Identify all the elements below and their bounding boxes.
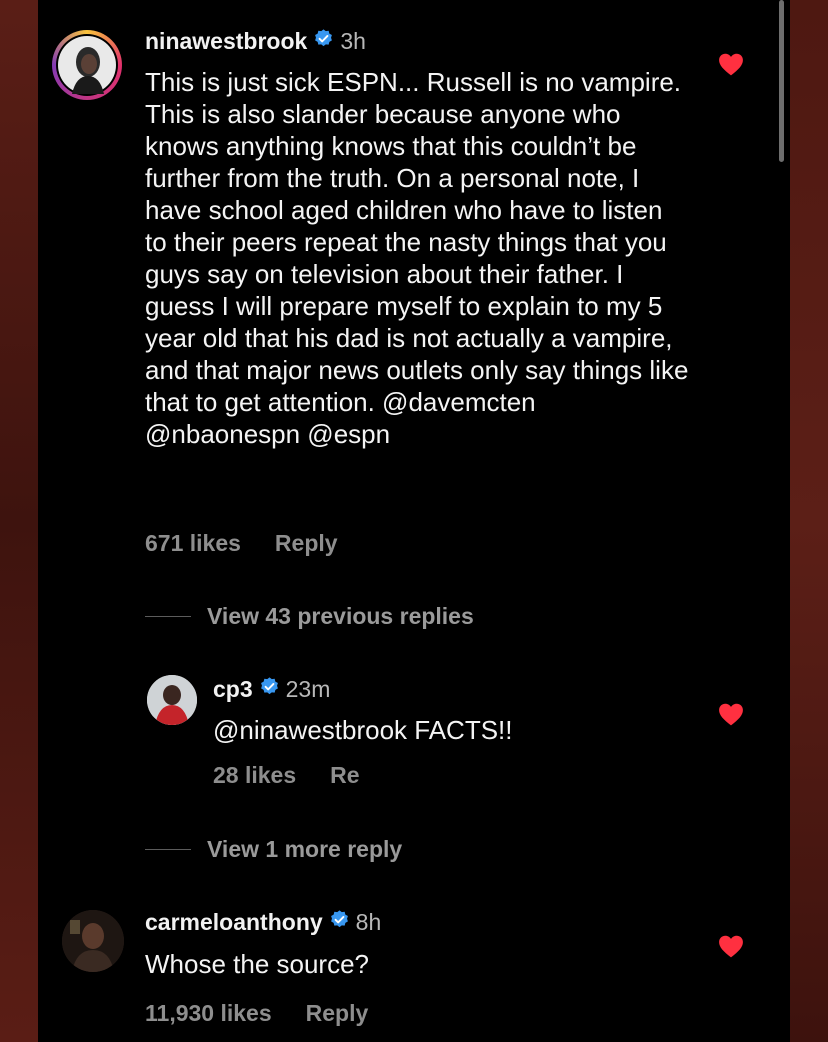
view-more-label: View 1 more reply	[207, 836, 403, 862]
divider	[145, 616, 191, 617]
divider	[145, 849, 191, 850]
likes-count[interactable]: 28 likes	[213, 762, 296, 789]
verified-badge-icon	[259, 676, 280, 703]
timestamp: 23m	[285, 676, 331, 702]
heart-icon[interactable]	[718, 934, 744, 963]
photo-frame-left	[0, 0, 38, 1042]
view-previous-replies[interactable]: View 43 previous replies	[145, 603, 474, 630]
reply-button[interactable]: Reply	[275, 530, 338, 557]
comment-meta: 28 likes Re	[213, 762, 360, 789]
view-more-replies[interactable]: View 1 more reply	[145, 836, 402, 863]
scrollbar[interactable]	[779, 0, 784, 162]
reply-button[interactable]: Re	[330, 762, 359, 789]
username[interactable]: carmeloanthony	[145, 909, 323, 936]
username[interactable]: cp3	[213, 676, 253, 703]
photo-frame-right	[790, 0, 828, 1042]
username[interactable]: ninawestbrook	[145, 28, 307, 55]
avatar[interactable]	[52, 30, 122, 100]
heart-icon[interactable]	[718, 52, 744, 81]
timestamp: 3h	[340, 28, 366, 54]
comment-header: carmeloanthony 8h	[145, 909, 381, 936]
verified-badge-icon	[329, 909, 350, 936]
comment-text: Whose the source?	[145, 949, 370, 979]
timestamp: 8h	[355, 909, 382, 935]
likes-count[interactable]: 671 likes	[145, 530, 241, 557]
avatar[interactable]	[62, 910, 124, 972]
comment-header: ninawestbrook 3h	[145, 28, 366, 55]
heart-icon[interactable]	[718, 702, 744, 731]
comment-meta: 671 likes Reply	[145, 530, 338, 557]
likes-count[interactable]: 11,930 likes	[145, 1000, 272, 1027]
verified-badge-icon	[313, 28, 334, 55]
comment-text: This is just sick ESPN... Russell is no …	[145, 67, 689, 449]
view-previous-label: View 43 previous replies	[207, 603, 474, 629]
avatar[interactable]	[147, 675, 197, 725]
comment-meta: 11,930 likes Reply	[145, 1000, 368, 1027]
comments-screen: ninawestbrook 3h This is just sick ESPN.…	[38, 0, 790, 1042]
comment-header: cp3 23m	[213, 676, 330, 703]
comment-text: @ninawestbrook FACTS!!	[213, 715, 513, 745]
reply-button[interactable]: Reply	[306, 1000, 369, 1027]
